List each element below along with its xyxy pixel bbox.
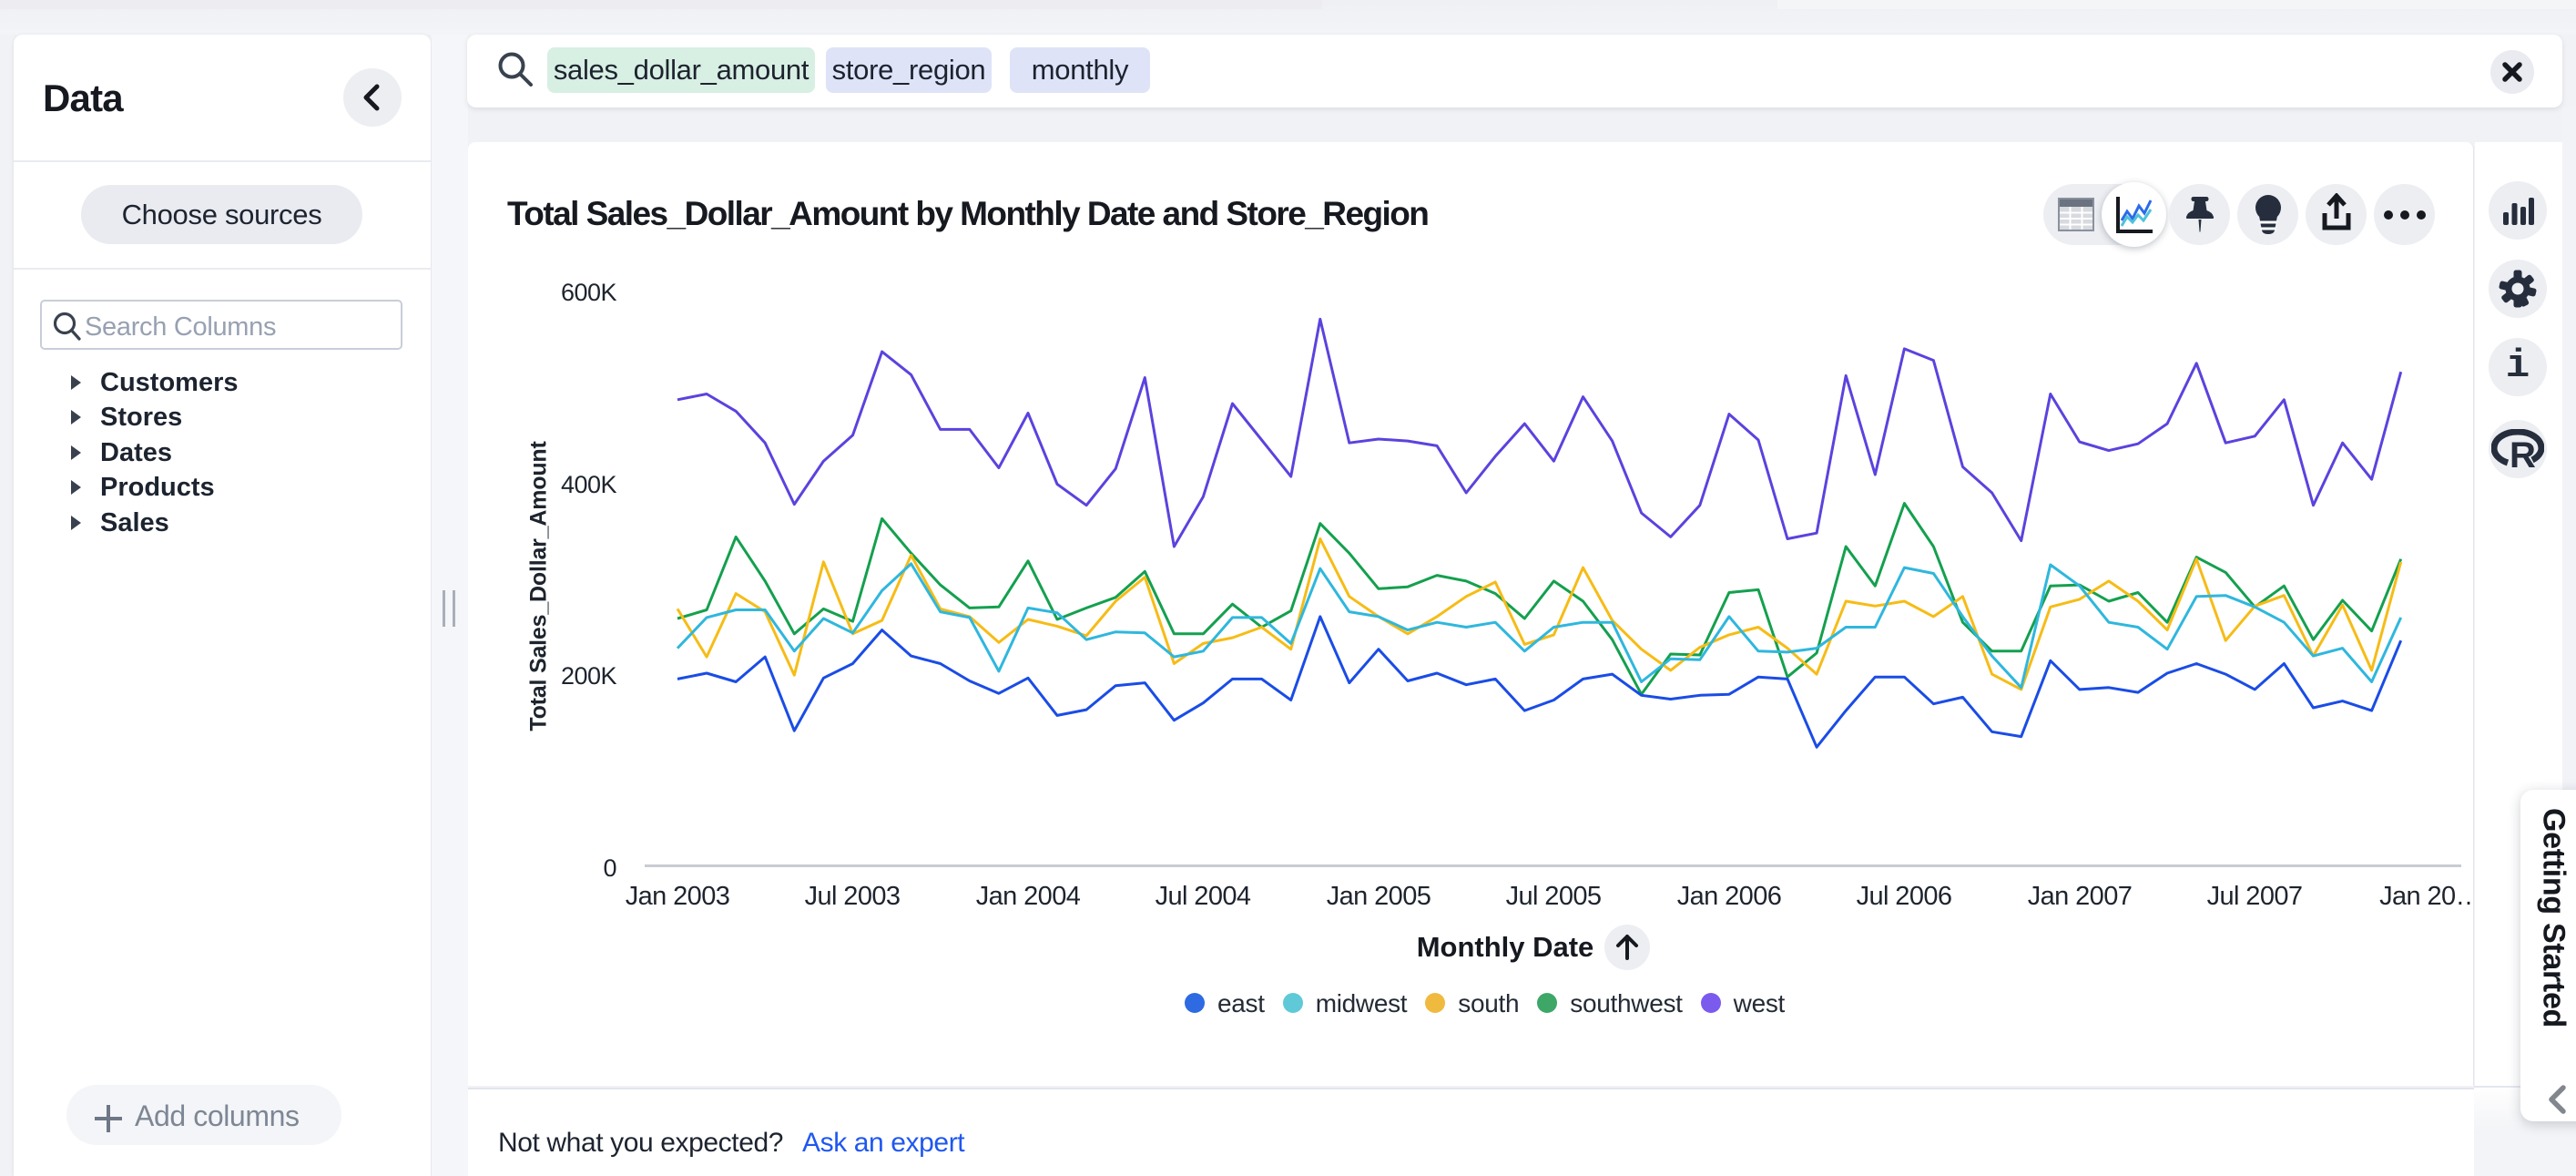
- svg-text:R: R: [2510, 435, 2536, 469]
